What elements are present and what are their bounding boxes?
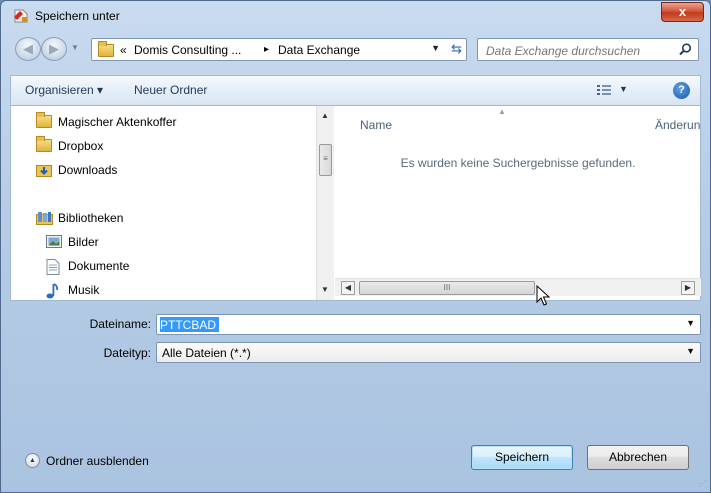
refresh-icon[interactable]: ⇆ [451,41,462,57]
sort-ascending-icon: ▲ [498,107,506,116]
address-dropdown[interactable]: ▼ [431,43,440,53]
arrow-left-icon: ◀ [23,41,33,56]
app-icon [14,9,28,23]
nav-item-label: Dropbox [58,139,104,153]
nav-item-label: Bibliotheken [58,211,124,225]
navigation-pane: Magischer Aktenkoffer Dropbox Downloads … [11,106,335,300]
browser-area: Magischer Aktenkoffer Dropbox Downloads … [10,105,701,301]
arrow-right-icon: ▶ [49,41,59,56]
save-as-dialog: Speichern unter x ◀ ▶ ▼ « Domis Consulti… [0,0,711,493]
nav-item-label: Bilder [68,235,99,249]
breadcrumb-data-exchange[interactable]: Data Exchange [278,43,360,57]
search-icon[interactable] [679,43,692,56]
folder-icon [98,41,114,57]
cancel-button[interactable]: Abbrechen [587,445,689,470]
command-toolbar: Organisieren ▾ Neuer Ordner ▼ ? [10,75,701,105]
address-bar[interactable]: « Domis Consulting ... ▸ Data Exchange ▼… [91,38,467,61]
mouse-cursor-icon [536,285,551,306]
filename-input[interactable] [160,317,660,332]
scrollbar-thumb[interactable]: III [359,281,535,295]
breadcrumb-domis-consulting[interactable]: Domis Consulting ... [134,43,241,57]
nav-pane-scrollbar[interactable]: ▲ ≡ ▼ [316,106,334,300]
collapse-folders-icon[interactable]: ▲ [25,453,40,468]
folder-icon [36,112,52,128]
scroll-up-icon[interactable]: ▲ [321,111,329,120]
documents-icon [46,259,60,275]
help-icon[interactable]: ? [673,82,690,99]
title-bar[interactable]: Speichern unter x [1,1,710,31]
scrollbar-thumb[interactable]: ≡ [319,144,332,176]
search-box[interactable] [477,38,699,61]
column-header-name[interactable]: Name [360,118,392,132]
filename-label: Dateiname: [89,317,151,331]
window-title: Speichern unter [35,9,120,23]
filename-field[interactable]: ▼ [156,314,701,335]
filetype-label: Dateityp: [103,346,151,360]
chevron-down-icon[interactable]: ▼ [686,318,695,328]
libraries-icon [36,212,53,225]
nav-item-label: Dokumente [68,259,130,273]
view-dropdown[interactable]: ▼ [619,84,628,94]
filetype-value: Alle Dateien (*.*) [162,346,251,360]
organize-menu[interactable]: Organisieren ▾ [25,83,103,97]
recent-locations-dropdown[interactable]: ▼ [71,43,79,52]
scroll-down-icon[interactable]: ▼ [321,285,329,294]
chevron-down-icon[interactable]: ▼ [686,346,695,356]
navigation-bar: ◀ ▶ ▼ « Domis Consulting ... ▸ Data Exch… [1,35,710,63]
scroll-right-icon[interactable]: ▶ [681,281,695,295]
close-button[interactable]: x [661,2,704,22]
music-icon [46,283,59,299]
pictures-icon [46,235,62,248]
new-folder-button[interactable]: Neuer Ordner [134,83,207,97]
search-input[interactable] [484,43,664,59]
nav-item-label: Musik [68,283,100,297]
view-options-icon[interactable] [597,85,611,95]
file-list-hscrollbar[interactable]: ◀ III ▶ [335,278,701,296]
breadcrumb-prefix[interactable]: « [120,43,127,57]
filetype-select[interactable]: Alle Dateien (*.*) ▼ [156,342,701,363]
downloads-folder-icon [36,165,52,177]
back-button[interactable]: ◀ [15,37,41,61]
forward-button[interactable]: ▶ [41,37,67,61]
resize-grip-icon[interactable]: ⋰ [698,479,706,488]
folder-icon [36,136,52,152]
hide-folders-toggle[interactable]: Ordner ausblenden [46,454,149,468]
scroll-left-icon[interactable]: ◀ [341,281,355,295]
breadcrumb-separator[interactable]: ▸ [264,44,269,55]
column-header-modified[interactable]: Änderungsdatum [655,118,701,132]
save-button[interactable]: Speichern [471,445,573,470]
file-list-pane: ▲ Name Änderungsdatum Es wurden keine Su… [335,106,701,300]
nav-item-label: Magischer Aktenkoffer [58,115,177,129]
nav-item-label: Downloads [58,163,118,177]
empty-results-message: Es wurden keine Suchergebnisse gefunden. [400,156,636,170]
